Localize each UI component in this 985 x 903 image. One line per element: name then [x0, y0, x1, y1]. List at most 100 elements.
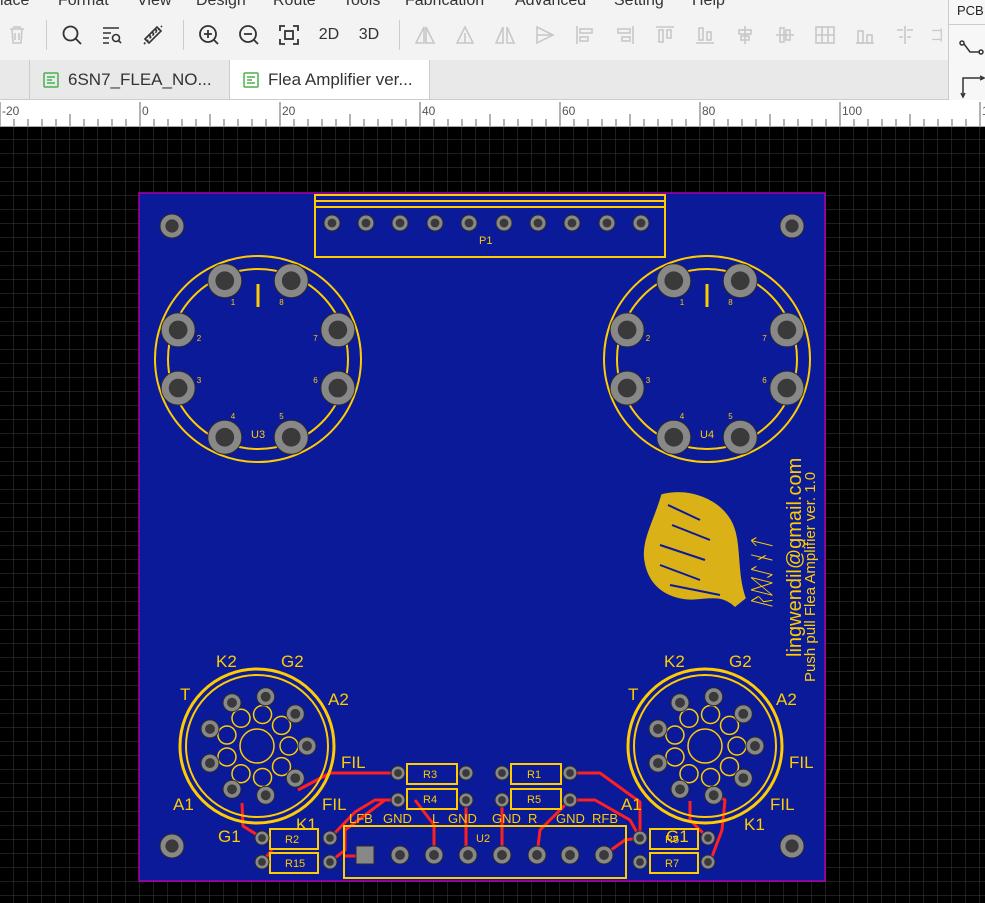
distribute-horizontal-icon[interactable] — [892, 22, 918, 48]
header-label: GND — [492, 811, 521, 826]
pad-hole — [599, 850, 609, 860]
menu-view[interactable]: View — [137, 0, 171, 10]
pin-number: 2 — [197, 334, 202, 343]
mirror-icon[interactable] — [492, 22, 518, 48]
credit-title: Push pull Flea Amplifier ver. 1.0 — [802, 472, 819, 682]
delete-icon[interactable] — [4, 22, 30, 48]
align-top-icon[interactable] — [652, 22, 678, 48]
menu-design[interactable]: Design — [196, 0, 246, 10]
pad-hole — [566, 769, 574, 777]
menu-place[interactable]: lace — [0, 0, 29, 10]
pad-hole — [602, 218, 612, 228]
pad-hole — [394, 796, 402, 804]
align-bottom-icon[interactable] — [692, 22, 718, 48]
route-track-icon[interactable] — [959, 38, 985, 62]
socket-label-k2: K2 — [216, 652, 237, 671]
pad-hole — [215, 271, 235, 291]
menu-advanced[interactable]: Advanced — [515, 0, 586, 10]
pad-hole — [567, 218, 577, 228]
pad-hole — [785, 839, 799, 853]
ruler-label: 80 — [702, 104, 716, 118]
pad-hole — [281, 271, 301, 291]
menu-setting[interactable]: Setting — [614, 0, 664, 10]
flip-vertical-icon[interactable] — [452, 22, 478, 48]
pad-hole — [462, 796, 470, 804]
search-icon[interactable] — [59, 22, 85, 48]
tab-overflow[interactable] — [0, 60, 30, 99]
tab-flea-amplifier[interactable]: Flea Amplifier ver... — [230, 60, 430, 99]
pad-hole — [227, 697, 237, 708]
pin-number: 7 — [313, 334, 318, 343]
menu-help[interactable]: Help — [692, 0, 725, 10]
socket-label-fil2: FIL — [770, 795, 795, 814]
pad-hole — [636, 858, 644, 866]
toolbar-separator — [399, 20, 400, 50]
module-pin-square — [355, 845, 375, 865]
menu-tools[interactable]: Tools — [343, 0, 380, 10]
route-angle-icon[interactable] — [959, 72, 985, 100]
pcb-canvas[interactable]: U3 U4 R3 R1 R4 R5 R2 R15 R6 R7 1 2 3 4 5 6 7 8 1 2 3 4 5 6 7 8 P1 U… — [0, 127, 985, 903]
find-list-icon[interactable] — [99, 22, 125, 48]
flip-horizontal-icon[interactable] — [412, 22, 438, 48]
right-panel: PCB — [948, 0, 985, 104]
align-center-h-icon[interactable] — [732, 22, 758, 48]
module-ref: U2 — [476, 833, 490, 845]
pin-number: 4 — [680, 412, 685, 421]
pin-number: 2 — [646, 334, 651, 343]
header-label: LFB — [349, 811, 373, 826]
more-tools-icon[interactable] — [930, 22, 948, 48]
pad-hole — [653, 758, 663, 769]
menu-route[interactable]: Route — [273, 0, 316, 10]
pad-hole — [205, 758, 215, 769]
distribute-icon[interactable] — [812, 22, 838, 48]
pad-hole — [566, 796, 574, 804]
pin-number: 3 — [646, 376, 651, 385]
distribute-vertical-icon[interactable] — [852, 22, 878, 48]
pin-number: 8 — [279, 298, 284, 307]
socket-label-k2: K2 — [664, 652, 685, 671]
align-center-v-icon[interactable] — [772, 22, 798, 48]
pin-number: 6 — [762, 376, 767, 385]
socket-label-t: T — [180, 685, 190, 704]
align-left-icon[interactable] — [572, 22, 598, 48]
view-2d-button[interactable]: 2D — [314, 22, 344, 48]
pad-hole — [664, 427, 684, 447]
pin-number: 1 — [231, 298, 236, 307]
zoom-out-icon[interactable] — [236, 22, 262, 48]
toolbar-separator — [183, 20, 184, 50]
pin-number: 8 — [728, 298, 733, 307]
fit-view-icon[interactable] — [276, 22, 302, 48]
pin-number: 5 — [279, 412, 284, 421]
ruler-label: 100 — [842, 104, 862, 118]
pad-hole — [361, 218, 371, 228]
menu-format[interactable]: Format — [58, 0, 109, 10]
pad-hole — [302, 741, 312, 751]
pad-hole — [653, 723, 663, 734]
socket-label-a2: A2 — [328, 690, 349, 709]
pin-number: 6 — [313, 376, 318, 385]
pad-hole — [785, 219, 799, 233]
ruler-measure-icon[interactable] — [140, 22, 166, 48]
pad-hole — [165, 219, 179, 233]
ruler-label: 20 — [282, 104, 296, 118]
view-3d-button[interactable]: 3D — [354, 22, 384, 48]
tab-label: 6SN7_FLEA_NO... — [68, 69, 212, 89]
rotate-icon[interactable] — [532, 22, 558, 48]
pad-hole — [664, 271, 684, 291]
pad-hole — [395, 850, 405, 860]
pad-hole — [429, 850, 439, 860]
menu-fabrication[interactable]: Fabrication — [405, 0, 484, 10]
tab-6sn7-flea[interactable]: 6SN7_FLEA_NO... — [30, 60, 230, 99]
pad-hole — [636, 834, 644, 842]
pad-hole — [290, 773, 301, 784]
pad-hole — [730, 271, 750, 291]
align-right-icon[interactable] — [612, 22, 638, 48]
ruler-label: 0 — [142, 104, 149, 118]
pad-hole — [394, 769, 402, 777]
pad-hole — [675, 697, 685, 708]
socket-label-k1: K1 — [296, 815, 317, 834]
pcb-document-icon — [243, 71, 259, 88]
resistor-label: R4 — [423, 794, 437, 806]
zoom-in-icon[interactable] — [196, 22, 222, 48]
socket-label-g2: G2 — [281, 652, 304, 671]
